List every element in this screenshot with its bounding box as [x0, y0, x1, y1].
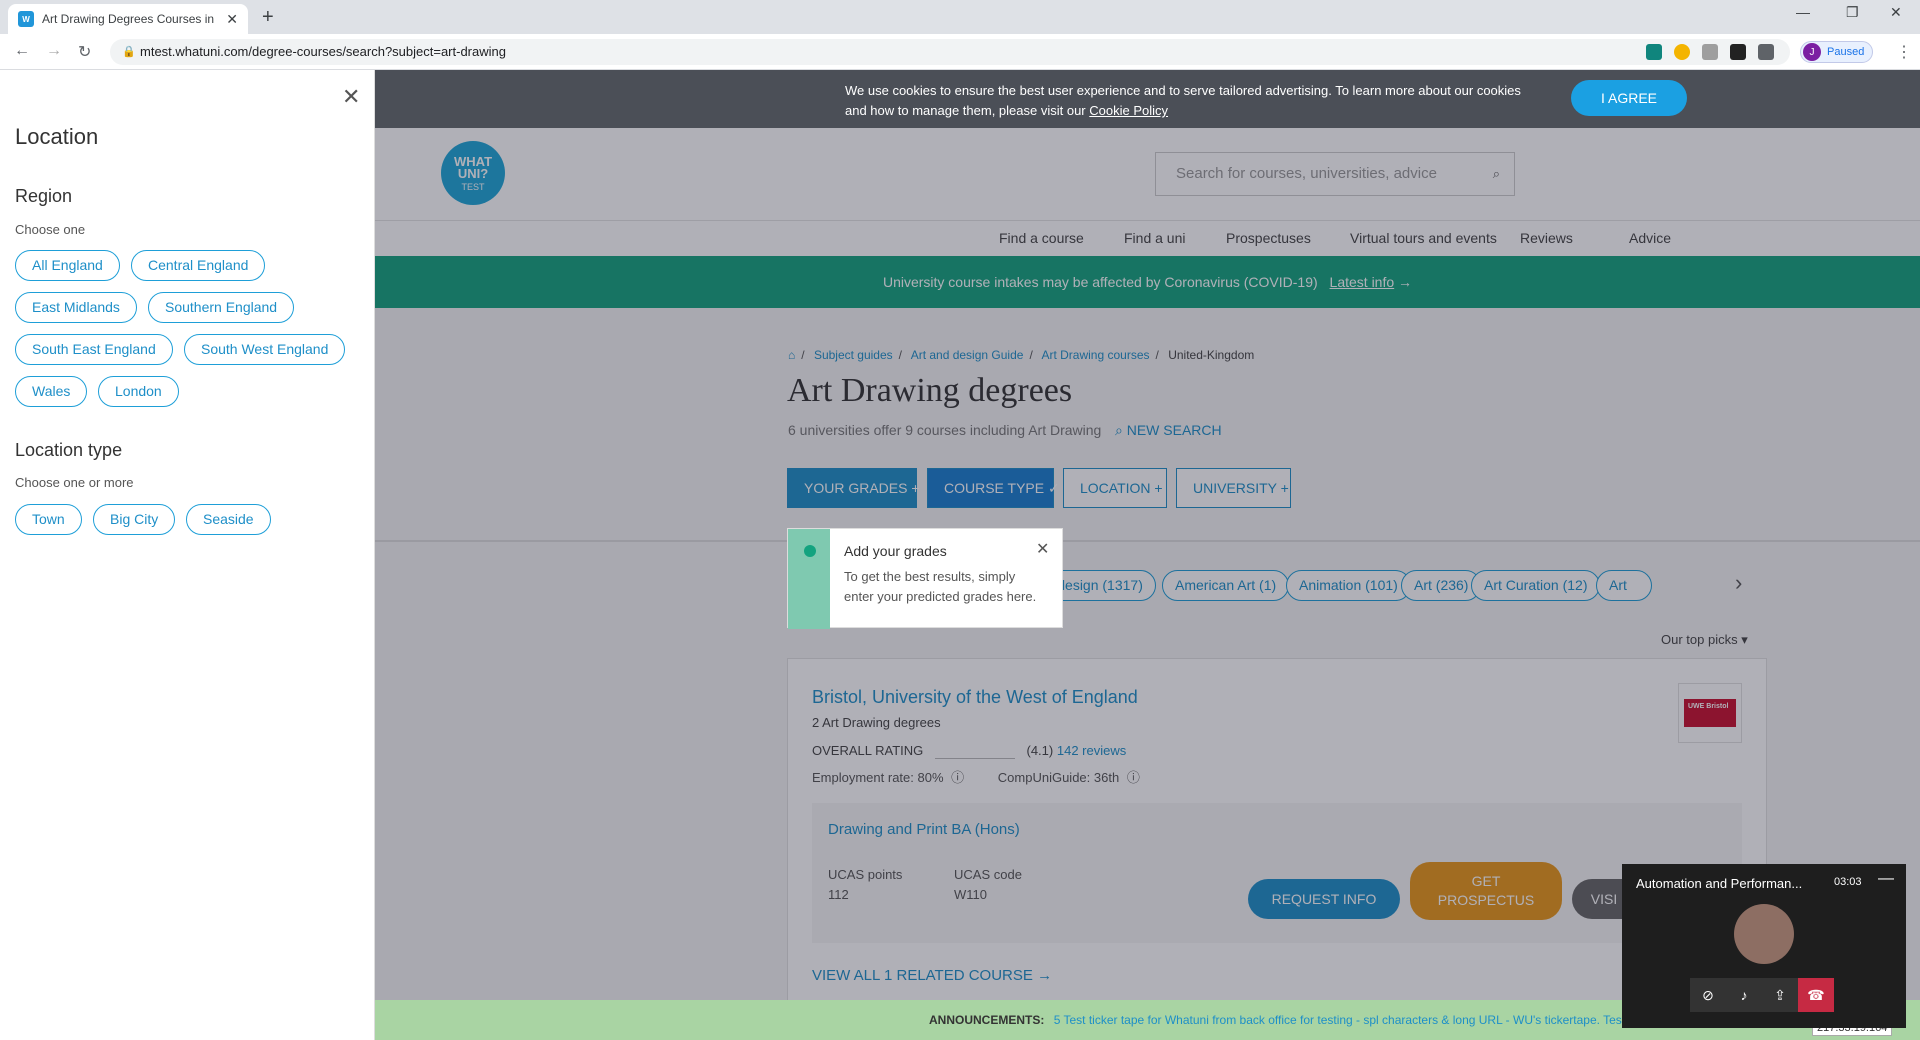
restore-icon[interactable]: ❐	[1846, 4, 1859, 21]
url-field[interactable]: 🔒 mtest.whatuni.com/degree-courses/searc…	[110, 39, 1790, 65]
url-text: mtest.whatuni.com/degree-courses/search?…	[140, 44, 506, 59]
call-title: Automation and Performan...	[1636, 876, 1803, 891]
address-bar: ← → ↻ 🔒 mtest.whatuni.com/degree-courses…	[0, 34, 1920, 70]
tooltip-title: Add your grades	[844, 543, 947, 559]
cookie-text: We use cookies to ensure the best user e…	[845, 81, 1545, 121]
region-south-west-england[interactable]: South West England	[184, 334, 346, 365]
camera-off-icon[interactable]: ⊘	[1690, 978, 1726, 1012]
location-type-big-city[interactable]: Big City	[93, 504, 176, 535]
location-type-seaside[interactable]: Seaside	[186, 504, 271, 535]
region-london[interactable]: London	[98, 376, 179, 407]
region-hint: Choose one	[15, 222, 86, 237]
avatar: J	[1803, 43, 1821, 61]
reload-icon[interactable]: ↻	[78, 42, 91, 62]
extension-icon[interactable]	[1702, 44, 1718, 60]
browser-tabbar: W Art Drawing Degrees Courses in ✕ + — ❐…	[0, 0, 1920, 34]
close-icon[interactable]: ✕	[342, 84, 360, 110]
profile-status: Paused	[1827, 46, 1865, 58]
close-tab-icon[interactable]: ✕	[226, 11, 238, 28]
back-icon[interactable]: ←	[14, 42, 30, 60]
location-filter-panel: ✕ Location Region Choose one All England…	[0, 70, 375, 1040]
cookie-banner: We use cookies to ensure the best user e…	[375, 70, 1920, 128]
tooltip-text: To get the best results, simply enter yo…	[844, 569, 1037, 604]
location-type-hint: Choose one or more	[15, 475, 134, 490]
region-south-east-england[interactable]: South East England	[15, 334, 173, 365]
browser-tab[interactable]: W Art Drawing Degrees Courses in ✕	[8, 4, 248, 34]
dot-icon	[804, 545, 816, 557]
lock-icon: 🔒	[122, 46, 136, 58]
browser-menu-icon[interactable]: ⋮	[1896, 42, 1912, 62]
region-heading: Region	[15, 186, 73, 206]
forward-icon[interactable]: →	[46, 42, 62, 60]
region-southern-england[interactable]: Southern England	[148, 292, 295, 323]
panel-title: Location	[15, 124, 99, 149]
minimize-icon[interactable]: —	[1796, 4, 1810, 20]
tab-title: Art Drawing Degrees Courses in	[42, 12, 215, 26]
close-window-icon[interactable]: ✕	[1890, 4, 1902, 21]
extension-icon[interactable]	[1646, 44, 1662, 60]
share-screen-icon[interactable]: ⇪	[1762, 978, 1798, 1012]
tooltip-accent	[788, 529, 830, 629]
call-timer: 03:03	[1834, 876, 1862, 888]
profile-button[interactable]: J Paused	[1800, 41, 1874, 63]
ticker-link[interactable]: 5 Test ticker tape for Whatuni from back…	[1054, 1013, 1678, 1027]
end-call-icon[interactable]: ☎	[1798, 978, 1834, 1012]
location-type-town[interactable]: Town	[15, 504, 82, 535]
avatar	[1734, 904, 1794, 964]
video-call-widget: Automation and Performan... 03:03 — ⊘ ♪ …	[1622, 864, 1906, 1028]
region-east-midlands[interactable]: East Midlands	[15, 292, 137, 323]
cookie-policy-link[interactable]: Cookie Policy	[1089, 103, 1168, 118]
region-wales[interactable]: Wales	[15, 376, 88, 407]
region-central-england[interactable]: Central England	[131, 250, 266, 281]
extension-icon[interactable]	[1730, 44, 1746, 60]
puzzle-icon[interactable]	[1758, 44, 1774, 60]
close-icon[interactable]: ✕	[1036, 539, 1049, 559]
grades-tooltip: Add your grades To get the best results,…	[787, 528, 1063, 629]
ticker-label: ANNOUNCEMENTS:	[929, 1013, 1045, 1027]
microphone-icon[interactable]: ♪	[1726, 978, 1762, 1012]
cookie-agree-button[interactable]: I AGREE	[1571, 80, 1687, 116]
extension-icon[interactable]	[1674, 44, 1690, 60]
region-all-england[interactable]: All England	[15, 250, 120, 281]
cookie-message: We use cookies to ensure the best user e…	[845, 83, 1521, 118]
whatuni-favicon-icon: W	[18, 11, 34, 27]
new-tab-icon[interactable]: +	[262, 6, 274, 29]
minimize-icon[interactable]: —	[1878, 870, 1894, 888]
location-type-heading: Location type	[15, 440, 123, 460]
